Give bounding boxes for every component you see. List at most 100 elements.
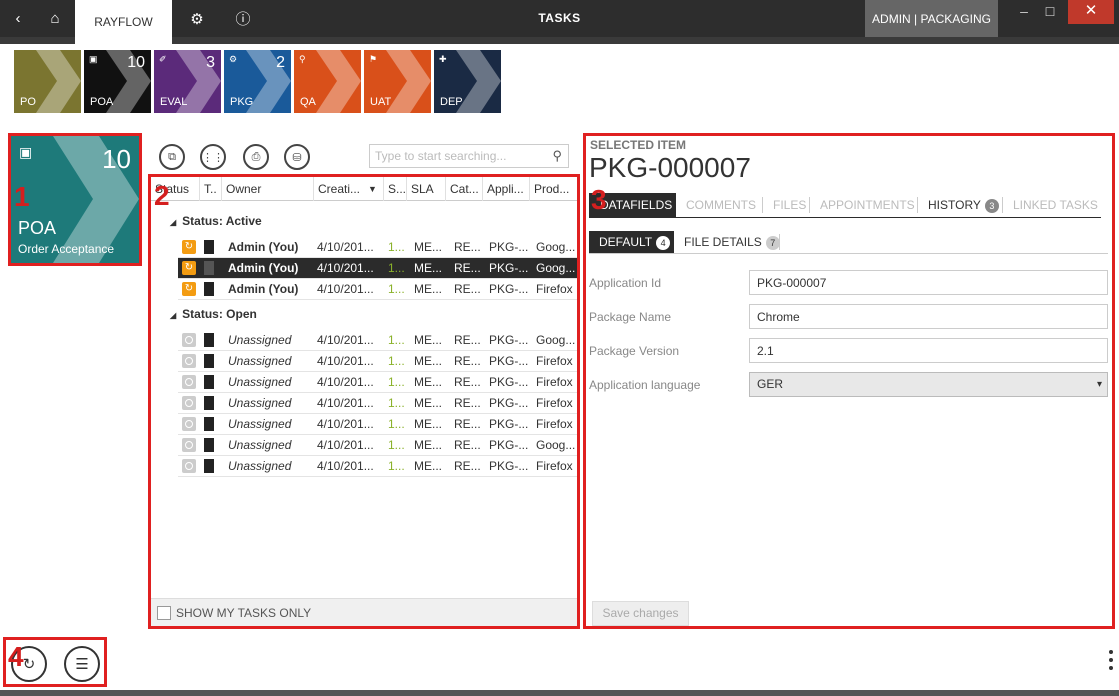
field-label-application-language: Application language (589, 378, 701, 392)
tab-separator (762, 197, 763, 213)
package-name-field[interactable] (749, 304, 1108, 329)
table-row[interactable]: Unassigned 4/10/201... 1... ME... RE... PKG-.… (178, 414, 577, 435)
user-context[interactable]: ADMIN | PACKAGING (865, 0, 998, 37)
package-version-field[interactable] (749, 338, 1108, 363)
col-type[interactable]: T.. (199, 177, 221, 201)
stage-tile-dep[interactable]: ✚ DEP (434, 50, 501, 113)
stage-subtitle: Order Acceptance (18, 242, 115, 256)
stage-count: 10 (102, 144, 131, 174)
selected-stage-tile[interactable]: ▣ 10 POA Order Acceptance (11, 136, 139, 263)
print-button[interactable]: ⎙ (243, 144, 269, 170)
maximize-icon[interactable]: ☐ (1038, 0, 1062, 26)
col-s[interactable]: S... (383, 177, 406, 201)
cell-created: 4/10/201... (317, 333, 374, 347)
col-created[interactable]: Creati... ▼ (313, 177, 383, 201)
cell-product: Firefox (536, 375, 573, 389)
cell-product: Firefox (536, 417, 573, 431)
show-my-tasks-toggle[interactable]: SHOW MY TASKS ONLY (151, 598, 577, 626)
gear-icon[interactable]: ⚙ (178, 0, 216, 37)
stage-icon: ⚙ (229, 54, 238, 64)
cell-category: RE... (454, 459, 481, 473)
cell-sla: ME... (414, 333, 443, 347)
stage-tile-eval[interactable]: ✐ 3 EVAL (154, 50, 221, 113)
clipboard-icon: ▣ (19, 144, 33, 160)
cell-product: Firefox (536, 354, 573, 368)
stage-tile-po[interactable]: PO (14, 50, 81, 113)
tab-files[interactable]: FILES (773, 193, 806, 217)
search-icon[interactable]: ⚲ (552, 148, 562, 164)
back-icon[interactable]: ‹ (0, 0, 36, 37)
group-button[interactable]: ⧉ (159, 144, 185, 170)
table-row[interactable]: Unassigned 4/10/201... 1... ME... RE... PKG-.… (178, 393, 577, 414)
col-owner[interactable]: Owner (221, 177, 313, 201)
cell-owner: Unassigned (228, 438, 292, 452)
application-id-field[interactable] (749, 270, 1108, 295)
cell-created: 4/10/201... (317, 282, 374, 296)
sort-desc-icon: ▼ (368, 184, 377, 194)
col-sla[interactable]: SLA (406, 177, 445, 201)
cell-application: PKG-... (489, 261, 529, 275)
table-row[interactable]: Unassigned 4/10/201... 1... ME... RE... PKG-.… (178, 372, 577, 393)
cell-category: RE... (454, 354, 481, 368)
cell-s: 1... (388, 261, 405, 275)
cell-product: Goog... (536, 333, 576, 347)
search-input[interactable] (370, 145, 540, 167)
task-type-icon (204, 333, 214, 347)
file-details-count-badge: 7 (765, 235, 780, 250)
stage-label: UAT (370, 96, 392, 108)
cell-owner: Unassigned (228, 396, 292, 410)
tab-comments[interactable]: COMMENTS (686, 193, 756, 217)
cell-category: RE... (454, 240, 481, 254)
more-options-icon[interactable] (1107, 650, 1115, 674)
cell-sla: ME... (414, 354, 443, 368)
stage-tile-uat[interactable]: ⚑ UAT (364, 50, 431, 113)
tab-appointments[interactable]: APPOINTMENTS (820, 193, 915, 217)
search-box: ⚲ (369, 144, 569, 168)
cell-owner: Unassigned (228, 354, 292, 368)
table-row[interactable]: ↻ Admin (You) 4/10/201... 1... ME... RE... PKG… (178, 237, 577, 258)
close-icon[interactable]: ✕ (1068, 0, 1114, 24)
tab-rayflow[interactable]: RAYFLOW (75, 0, 172, 44)
minimize-icon[interactable]: – (1012, 0, 1036, 26)
subtab-default[interactable]: DEFAULT 4 (589, 231, 674, 253)
cell-sla: ME... (414, 282, 443, 296)
save-view-button[interactable]: ⛁ (284, 144, 310, 170)
group-header[interactable]: ◢ Status: Open (170, 307, 257, 321)
col-category[interactable]: Cat... (445, 177, 482, 201)
table-row[interactable]: Unassigned 4/10/201... 1... ME... RE... PKG-.… (178, 351, 577, 372)
cell-sla: ME... (414, 396, 443, 410)
columns-button[interactable]: ⋮⋮ (200, 144, 226, 170)
table-row[interactable]: ↻ Admin (You) 4/10/201... 1... ME... RE... PKG… (178, 258, 577, 279)
stage-tile-poa[interactable]: ▣ 10 POA (84, 50, 151, 113)
subtab-file-details[interactable]: FILE DETAILS 7 (684, 231, 780, 253)
info-icon[interactable]: ⓘ (224, 0, 262, 37)
task-type-icon (204, 282, 214, 296)
table-row[interactable]: Unassigned 4/10/201... 1... ME... RE... PKG-.… (178, 330, 577, 351)
col-product[interactable]: Prod... (529, 177, 577, 201)
application-language-select[interactable]: GER ▾ (749, 372, 1108, 397)
subtabs-underline (589, 253, 1108, 254)
task-type-icon (204, 396, 214, 410)
cell-sla: ME... (414, 459, 443, 473)
show-my-tasks-checkbox[interactable] (157, 606, 171, 620)
list-view-button[interactable]: ☰ (64, 646, 100, 682)
tab-history[interactable]: HISTORY 3 (928, 193, 999, 217)
callout-2: 2 (154, 180, 170, 211)
group-header[interactable]: ◢ Status: Active (170, 214, 262, 228)
task-type-icon (204, 375, 214, 389)
group-icon: ⧉ (168, 150, 176, 163)
selected-item-id: PKG-000007 (589, 152, 751, 183)
table-row[interactable]: Unassigned 4/10/201... 1... ME... RE... PKG-.… (178, 435, 577, 456)
subtab-file-details-label: FILE DETAILS (684, 235, 762, 249)
table-row[interactable]: Unassigned 4/10/201... 1... ME... RE... PKG-.… (178, 456, 577, 477)
tab-linked-tasks[interactable]: LINKED TASKS (1013, 193, 1098, 217)
tab-separator (809, 197, 810, 213)
stage-tile-qa[interactable]: ⚲ QA (294, 50, 361, 113)
field-label-package-name: Package Name (589, 310, 672, 324)
cell-category: RE... (454, 396, 481, 410)
stage-tile-pkg[interactable]: ⚙ 2 PKG (224, 50, 291, 113)
save-changes-button[interactable]: Save changes (592, 601, 689, 626)
table-row[interactable]: ↻ Admin (You) 4/10/201... 1... ME... RE... PKG… (178, 279, 577, 300)
home-icon[interactable]: ⌂ (36, 0, 74, 37)
col-application[interactable]: Appli... (482, 177, 529, 201)
